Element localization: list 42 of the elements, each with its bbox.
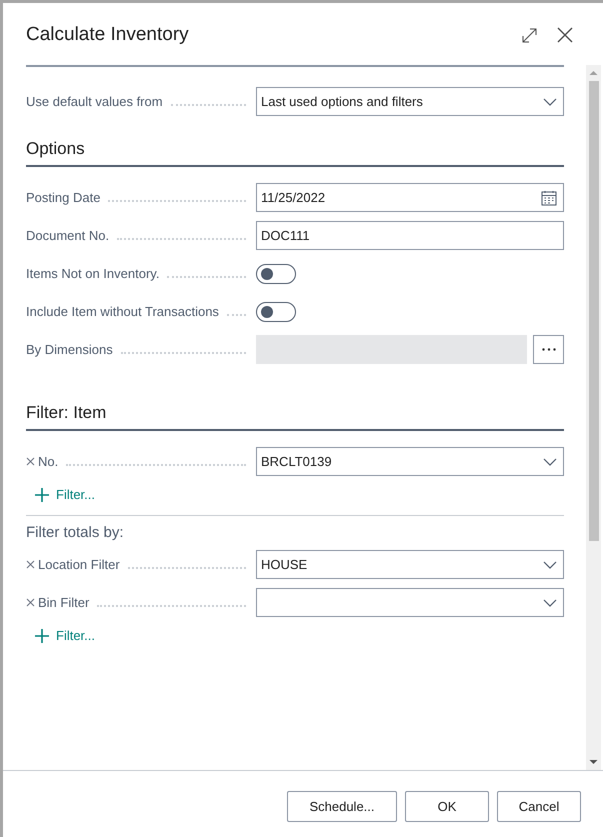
dialog-title: Calculate Inventory <box>26 22 189 47</box>
text-field[interactable]: DOC111 <box>256 221 564 250</box>
toggle-switch[interactable] <box>256 302 296 322</box>
more-icon <box>542 348 556 351</box>
dropdown-field[interactable]: HOUSE <box>256 550 564 579</box>
dropdown-field[interactable]: BRCLT0139 <box>256 447 564 476</box>
scrollbar[interactable] <box>586 65 601 770</box>
field-label: Bin Filter <box>38 594 90 612</box>
plus-icon <box>34 628 50 644</box>
field-label: Document No. <box>26 226 110 244</box>
remove-filter-icon[interactable] <box>26 560 35 568</box>
field-label: Use default values from <box>26 92 163 110</box>
plus-icon <box>34 486 50 503</box>
field-label: Include Item without Transactions <box>26 302 219 320</box>
remove-filter-icon[interactable] <box>26 598 35 606</box>
dialog-button[interactable]: Cancel <box>497 791 581 822</box>
expand-icon[interactable] <box>522 28 537 42</box>
dialog-button[interactable]: Schedule... <box>287 791 397 822</box>
remove-filter-icon[interactable] <box>26 456 35 466</box>
scrollbar-thumb[interactable] <box>588 81 598 541</box>
chevron-down-icon <box>543 560 557 568</box>
section-heading: Filter: Item <box>26 403 106 422</box>
close-icon[interactable] <box>557 27 573 43</box>
section-heading: Options <box>26 139 85 158</box>
chevron-down-icon <box>543 98 557 106</box>
more-options-button[interactable] <box>533 335 564 364</box>
field-label: Items Not on Inventory. <box>26 264 160 282</box>
chevron-down-icon <box>543 458 557 466</box>
field-label: Posting Date <box>26 188 100 206</box>
chevron-down-icon <box>543 598 557 606</box>
date-field[interactable]: 11/25/2022 <box>256 183 564 212</box>
dropdown-field[interactable]: Last used options and filters <box>256 87 564 116</box>
toggle-switch[interactable] <box>256 264 296 284</box>
dropdown-field[interactable] <box>256 588 564 617</box>
add-filter-link[interactable]: Filter... <box>34 626 96 646</box>
dialog-button[interactable]: OK <box>405 791 489 822</box>
calendar-icon[interactable] <box>541 190 557 206</box>
field-label: By Dimensions <box>26 340 113 358</box>
add-filter-link[interactable]: Filter... <box>34 485 96 504</box>
field-label: No. <box>38 452 58 470</box>
field-label: Location Filter <box>38 556 120 574</box>
group-caption: Filter totals by: <box>26 522 125 542</box>
